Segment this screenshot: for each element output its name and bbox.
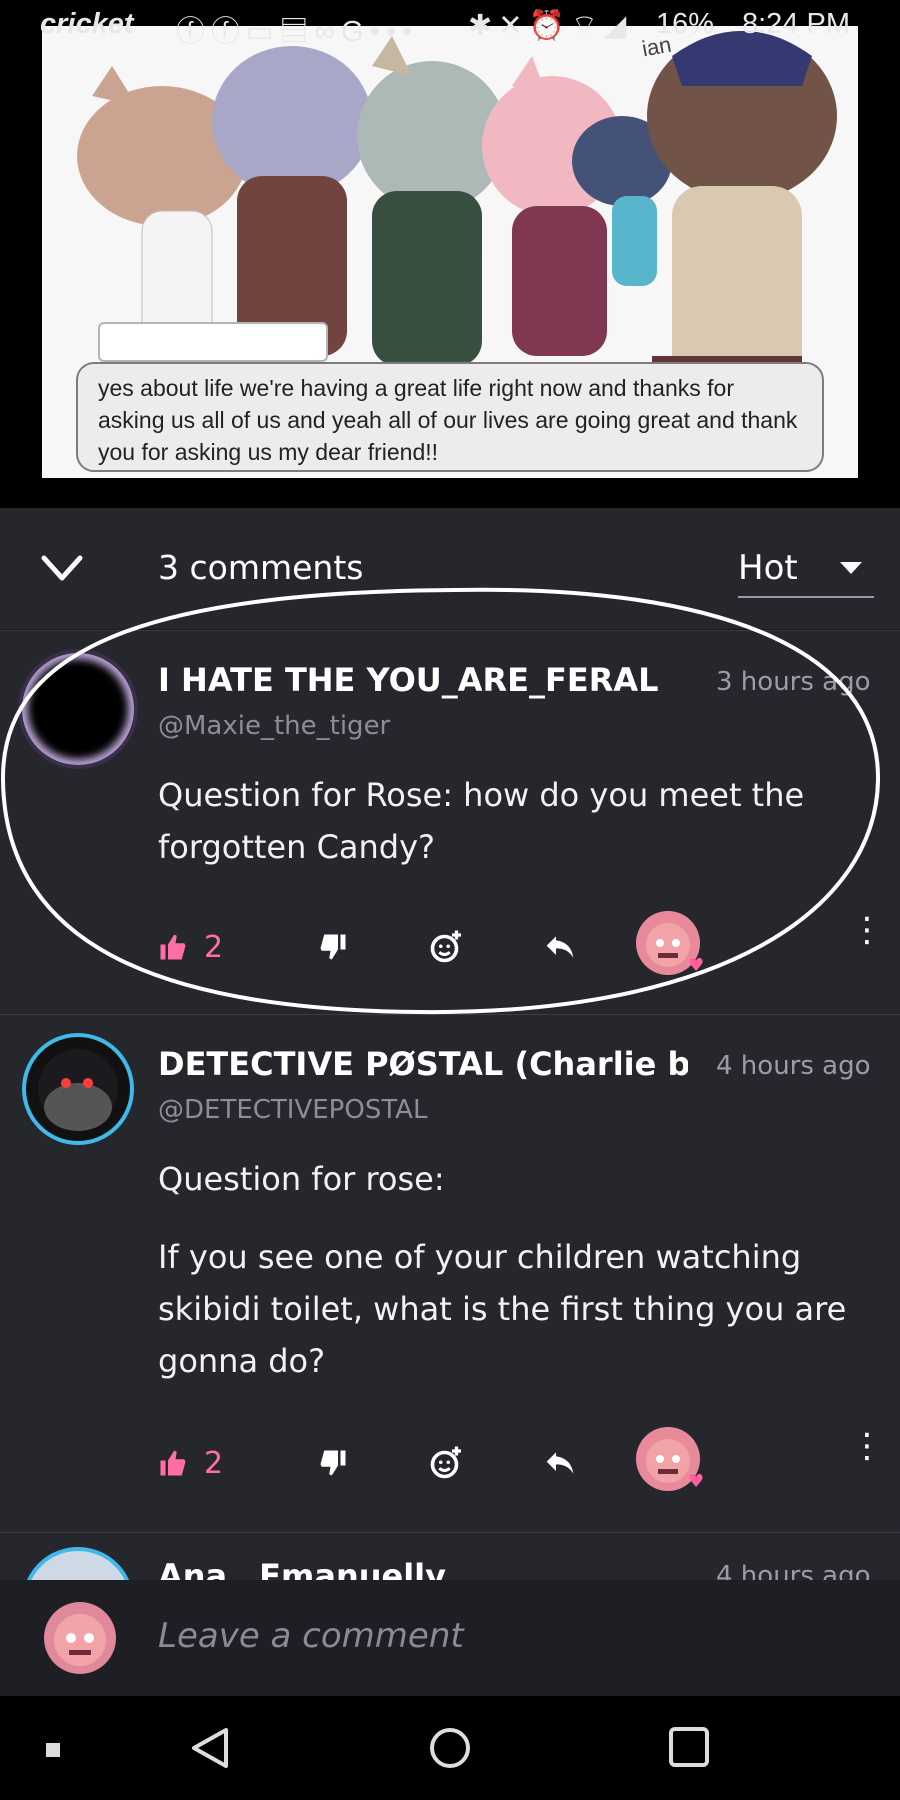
comment-actions: 2 ♥ ⋮ (158, 1427, 884, 1493)
avatar[interactable] (22, 1547, 134, 1580)
comment-username[interactable]: I HATE THE YOU_ARE_FERAL (158, 661, 688, 699)
status-bar: cricket ⓕⓕ▭▤∞G••• ✱✕⏰⌔◢ 16% 8:24 PM (0, 0, 900, 52)
comment-item: DETECTIVE PØSTAL (Charlie b 4 hours ago … (0, 1014, 900, 1532)
comment-handle[interactable]: @DETECTIVEPOSTAL (158, 1095, 427, 1125)
notification-icons: ⓕⓕ▭▤∞G••• (176, 16, 419, 48)
thumbs-down-icon (320, 934, 346, 960)
comment-handle[interactable]: @Maxie_the_tiger (158, 711, 390, 741)
recent-apps-icon[interactable] (668, 1726, 710, 1772)
battery-level: 16% (656, 8, 715, 40)
carrier-label: cricket (40, 8, 134, 40)
comment-input-placeholder[interactable]: Leave a comment (158, 1616, 464, 1656)
dislike-button[interactable] (318, 1433, 348, 1493)
comment-timestamp: 3 hours ago (710, 667, 871, 697)
add-reaction-button[interactable] (428, 1433, 464, 1493)
comment-item: Ana__Emanuelly 4 hours ago (0, 1532, 900, 1580)
like-button[interactable]: 2 (158, 917, 223, 977)
back-icon[interactable] (190, 1726, 230, 1774)
comment-username[interactable]: Ana__Emanuelly (158, 1557, 688, 1580)
comment-timestamp: 4 hours ago (710, 1561, 871, 1580)
thumbs-up-icon (160, 1450, 186, 1476)
comments-header: 3 comments Hot (0, 508, 900, 630)
system-navigation-bar (0, 1696, 900, 1800)
like-button[interactable]: 2 (158, 1433, 223, 1493)
like-count: 2 (204, 1445, 224, 1481)
heart-icon: ♥ (688, 1471, 705, 1492)
home-icon[interactable] (428, 1726, 472, 1774)
avatar[interactable] (22, 653, 134, 765)
dislike-button[interactable] (318, 917, 348, 977)
reply-icon (546, 1452, 574, 1474)
dialog-speech-box: yes about life we're having a great life… (76, 362, 824, 472)
comment-timestamp: 4 hours ago (710, 1051, 871, 1081)
post-image-area: ian yes about life we're having a great … (0, 0, 900, 508)
avatar[interactable] (22, 1033, 134, 1145)
thumbs-up-icon (160, 934, 186, 960)
comment-composer[interactable]: Leave a comment (0, 1580, 900, 1696)
comment-actions: 2 ♥ ⋮ (158, 911, 884, 977)
reply-button[interactable] (544, 1433, 576, 1493)
sort-dropdown[interactable]: Hot (738, 548, 874, 598)
comment-username[interactable]: DETECTIVE PØSTAL (Charlie b (158, 1045, 688, 1083)
add-emoji-icon (430, 930, 461, 963)
add-emoji-icon (430, 1446, 461, 1479)
thumbs-down-icon (320, 1450, 346, 1476)
sort-label: Hot (738, 548, 798, 588)
comment-item: I HATE THE YOU_ARE_FERAL 3 hours ago @Ma… (0, 630, 900, 1014)
add-reaction-button[interactable] (428, 917, 464, 977)
reply-button[interactable] (544, 917, 576, 977)
comment-body-line-1: Question for rose: (158, 1160, 445, 1198)
comment-body: Question for Rose: how do you meet the f… (158, 776, 805, 866)
chevron-down-icon[interactable] (40, 548, 84, 592)
heart-icon: ♥ (688, 955, 705, 976)
comment-body-line-2: If you see one of your children watching… (158, 1238, 847, 1380)
like-count: 2 (204, 929, 224, 965)
comment-count: 3 comments (158, 548, 364, 587)
current-user-avatar (44, 1602, 116, 1674)
dialog-name-box (98, 322, 328, 362)
post-artwork-image[interactable]: ian yes about life we're having a great … (42, 26, 858, 478)
dropdown-caret-icon (840, 562, 862, 574)
clock: 8:24 PM (742, 8, 850, 40)
system-status-icons: ✱✕⏰⌔◢ (468, 10, 633, 42)
nav-dot-icon (46, 1742, 60, 1761)
reply-icon (546, 936, 574, 958)
more-options-icon[interactable]: ⋮ (850, 913, 884, 947)
more-options-icon[interactable]: ⋮ (850, 1429, 884, 1463)
